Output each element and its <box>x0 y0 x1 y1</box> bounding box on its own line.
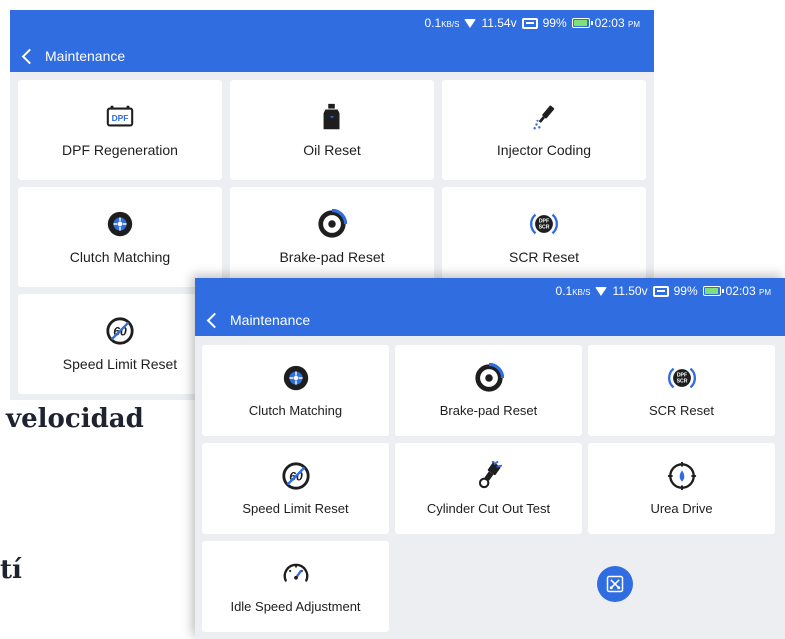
background-text-fragment: tí <box>0 555 22 585</box>
tile-speed-limit-reset[interactable]: 60 Speed Limit Reset <box>202 443 389 534</box>
dpf-icon: DPF <box>106 105 134 127</box>
status-bar: 0.1KB/S 11.50v 99% 02:03 PM <box>556 284 771 298</box>
battery-icon <box>702 286 724 296</box>
page-title: Maintenance <box>45 48 126 64</box>
back-arrow-icon[interactable] <box>206 312 223 328</box>
tile-label: Brake-pad Reset <box>439 403 538 418</box>
voltage-readout: 11.50v <box>612 284 648 298</box>
function-grid: Clutch Matching Brake-pad Reset DPF SCR SCR … <box>202 345 775 632</box>
top-bar: 0.1KB/S 11.50v 99% 02:03 PM Maintenance <box>195 278 785 336</box>
nav-header: Maintenance <box>20 48 125 64</box>
voltage-readout: 11.54v <box>481 16 517 30</box>
car-battery-icon <box>521 17 538 29</box>
tile-label: Speed Limit Reset <box>242 501 349 516</box>
wifi-icon <box>595 286 608 296</box>
clock: 02:03 PM <box>725 284 771 298</box>
tile-label: Speed Limit Reset <box>62 356 178 372</box>
battery-percent: 99% <box>542 16 567 30</box>
tile-label: Cylinder Cut Out Test <box>426 501 551 516</box>
battery-percent: 99% <box>673 284 698 298</box>
tile-label: Brake-pad Reset <box>279 249 385 265</box>
status-bar: 0.1KB/S 11.54v 99% 02:03 PM <box>425 16 640 30</box>
tile-label: Idle Speed Adjustment <box>230 599 361 614</box>
tile-urea-drive[interactable]: Urea Drive <box>588 443 775 534</box>
clutch-icon <box>107 211 133 237</box>
clock: 02:03 PM <box>594 16 640 30</box>
network-speed: 0.1KB/S <box>424 16 460 30</box>
tile-clutch-matching[interactable]: Clutch Matching <box>18 187 222 287</box>
tile-label: Oil Reset <box>303 142 361 158</box>
gauge-icon <box>283 563 308 582</box>
scr-icon: DPFSCR <box>667 367 696 389</box>
page-title: Maintenance <box>230 312 311 328</box>
tile-idle-speed-adjustment[interactable]: Idle Speed Adjustment <box>202 541 389 632</box>
clutch-icon <box>283 365 308 391</box>
tools-icon <box>606 575 624 593</box>
urea-icon <box>667 461 696 491</box>
maintenance-screen-front: 0.1KB/S 11.50v 99% 02:03 PM Maintenance … <box>195 278 785 639</box>
svg-text:DPF: DPF <box>112 113 129 123</box>
tile-oil-reset[interactable]: Oil Reset <box>230 80 434 180</box>
tile-speed-limit-reset[interactable]: 60 Speed Limit Reset <box>18 294 222 394</box>
back-arrow-icon[interactable] <box>21 48 38 64</box>
brake-pad-icon <box>474 363 504 392</box>
tools-fab-button[interactable] <box>597 566 633 602</box>
tile-label: SCR Reset <box>508 249 580 265</box>
speed-limit-icon: 60 <box>106 317 134 345</box>
tile-label: Injector Coding <box>496 142 592 158</box>
background-text-velocidad: velocidad <box>6 404 144 434</box>
tile-label: Urea Drive <box>650 501 713 516</box>
oil-bottle-icon <box>323 103 340 130</box>
tile-injector-coding[interactable]: Injector Coding <box>442 80 646 180</box>
nav-header: Maintenance <box>205 312 310 328</box>
car-battery-icon <box>652 285 669 297</box>
brake-pad-icon <box>318 209 347 238</box>
tile-clutch-matching[interactable]: Clutch Matching <box>202 345 389 436</box>
svg-text:SCR: SCR <box>539 225 550 231</box>
speed-limit-icon: 60 <box>281 462 310 490</box>
svg-text:SCR: SCR <box>676 379 687 385</box>
svg-text:DPF: DPF <box>676 373 686 379</box>
tile-cylinder-cut-out-test[interactable]: Cylinder Cut Out Test <box>395 443 582 534</box>
tile-label: DPF Regeneration <box>62 142 178 158</box>
top-bar: 0.1KB/S 11.54v 99% 02:03 PM Maintenance <box>10 10 654 72</box>
tile-scr-reset[interactable]: DPF SCR SCR Reset <box>588 345 775 436</box>
tile-dpf-regeneration[interactable]: DPF DPF Regeneration <box>18 80 222 180</box>
tile-label: Clutch Matching <box>69 249 171 265</box>
tile-brake-pad-reset[interactable]: Brake-pad Reset <box>395 345 582 436</box>
tile-scr-reset[interactable]: DPF SCR SCR Reset <box>442 187 646 287</box>
tile-label: Clutch Matching <box>248 403 343 418</box>
tile-label: SCR Reset <box>648 403 715 418</box>
wifi-icon <box>464 18 477 28</box>
battery-icon <box>571 18 593 28</box>
cylinder-icon <box>478 461 502 489</box>
svg-text:DPF: DPF <box>539 219 549 225</box>
tile-brake-pad-reset[interactable]: Brake-pad Reset <box>230 187 434 287</box>
scr-icon: DPFSCR <box>529 213 559 235</box>
injector-icon <box>533 105 555 130</box>
network-speed: 0.1KB/S <box>555 284 591 298</box>
